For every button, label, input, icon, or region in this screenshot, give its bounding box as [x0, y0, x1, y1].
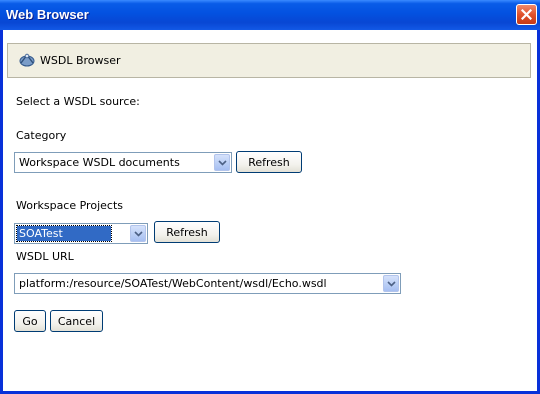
category-select[interactable]: Workspace WSDL documents	[14, 152, 232, 173]
workspace-projects-select-value: SOATest	[16, 225, 112, 242]
wsdl-browser-icon	[19, 53, 35, 67]
category-refresh-button[interactable]: Refresh	[236, 151, 302, 173]
dialog-content: WSDL Browser Select a WSDL source: Categ…	[3, 30, 537, 391]
section-header: WSDL Browser	[7, 43, 531, 78]
title-bar[interactable]: Web Browser	[0, 0, 540, 30]
chevron-down-icon	[133, 230, 143, 237]
go-button[interactable]: Go	[14, 310, 46, 332]
cancel-button[interactable]: Cancel	[50, 310, 103, 332]
projects-refresh-button[interactable]: Refresh	[154, 221, 220, 243]
chevron-down-icon	[217, 159, 227, 166]
wsdl-url-dropdown-button[interactable]	[383, 275, 399, 292]
workspace-projects-select[interactable]: SOATest	[14, 223, 148, 244]
wsdl-url-value: platform:/resource/SOATest/WebContent/ws…	[19, 277, 327, 290]
category-dropdown-button[interactable]	[214, 154, 230, 171]
select-source-prompt: Select a WSDL source:	[16, 95, 140, 108]
wsdl-url-label: WSDL URL	[16, 250, 74, 263]
window-title: Web Browser	[6, 7, 89, 22]
close-button[interactable]	[516, 4, 537, 25]
wsdl-url-combo[interactable]: platform:/resource/SOATest/WebContent/ws…	[14, 273, 401, 294]
projects-dropdown-button[interactable]	[130, 225, 146, 242]
section-title: WSDL Browser	[40, 54, 121, 67]
chevron-down-icon	[386, 280, 396, 287]
category-select-value: Workspace WSDL documents	[19, 156, 180, 169]
close-icon	[521, 9, 532, 20]
web-browser-window: Web Browser WSDL Browser Select a WSDL s…	[0, 0, 540, 394]
workspace-projects-label: Workspace Projects	[16, 199, 123, 212]
category-label: Category	[16, 129, 67, 142]
